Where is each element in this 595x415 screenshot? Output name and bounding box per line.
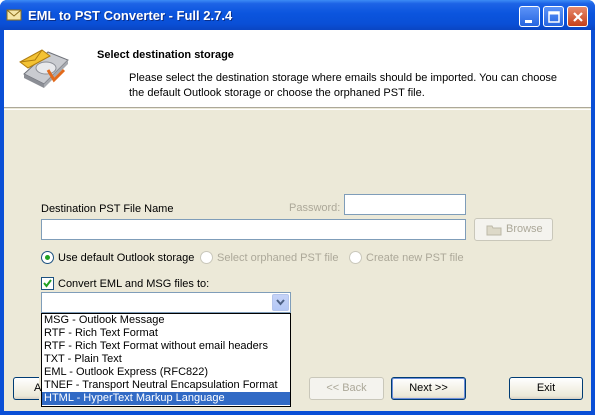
radio-create-label[interactable]: Create new PST file [366,252,464,264]
format-option[interactable]: TXT - Plain Text [42,353,290,366]
window-title: EML to PST Converter - Full 2.7.4 [28,8,233,23]
format-option[interactable]: MSG - Outlook Message [42,314,290,327]
window-frame-right [591,30,595,415]
format-option[interactable]: TNEF - Transport Neutral Encapsulation F… [42,379,290,392]
about-label: A [34,382,42,394]
radio-default-label[interactable]: Use default Outlook storage [58,252,194,264]
browse-label: Browse [506,223,543,235]
header-divider [4,109,591,110]
close-button[interactable] [567,6,588,27]
header-title: Select destination storage [97,49,234,61]
format-dropdown-list: MSG - Outlook Message RTF - Rich Text Fo… [41,313,291,407]
window-frame-bottom [0,411,595,415]
maximize-button[interactable] [543,6,564,27]
password-field[interactable] [344,194,466,215]
maximize-icon [548,11,560,23]
exit-button[interactable]: Exit [509,377,583,400]
header-description: Please select the destination storage wh… [129,72,558,99]
title-bar[interactable]: EML to PST Converter - Full 2.7.4 [0,0,595,30]
browse-button[interactable]: Browse [474,218,553,241]
close-icon [573,12,583,22]
minimize-icon [525,20,532,23]
format-option-selected[interactable]: HTML - HyperText Markup Language [42,392,290,405]
radio-orphaned-label[interactable]: Select orphaned PST file [217,252,338,264]
password-label: Password: [289,202,341,214]
radio-orphaned-pst[interactable] [200,251,213,264]
combo-dropdown-button[interactable] [272,294,289,311]
checkmark-icon [43,279,52,288]
format-combobox[interactable] [41,292,291,313]
about-button[interactable]: A [13,377,42,400]
convert-label[interactable]: Convert EML and MSG files to: [58,278,209,290]
back-button[interactable]: << Back [309,377,384,400]
app-window: EML to PST Converter - Full 2.7.4 Select… [0,0,595,415]
radio-selected-dot [45,255,50,260]
radio-default-storage[interactable] [41,251,54,264]
minimize-button[interactable] [519,6,540,27]
app-icon [6,9,22,21]
format-option[interactable]: EML - Outlook Express (RFC822) [42,366,290,379]
disk-email-icon [19,49,69,88]
convert-checkbox[interactable] [41,277,54,290]
next-button[interactable]: Next >> [391,377,466,400]
chevron-down-icon [276,299,285,306]
format-option[interactable]: RTF - Rich Text Format [42,327,290,340]
folder-icon [486,225,502,236]
format-option[interactable]: RTF - Rich Text Format without email hea… [42,340,290,353]
pst-file-label: Destination PST File Name [41,203,174,215]
radio-create-pst[interactable] [349,251,362,264]
client-area: Select destination storage Please select… [4,30,591,411]
wizard-header: Select destination storage Please select… [4,30,591,108]
pst-file-field[interactable] [41,219,466,240]
